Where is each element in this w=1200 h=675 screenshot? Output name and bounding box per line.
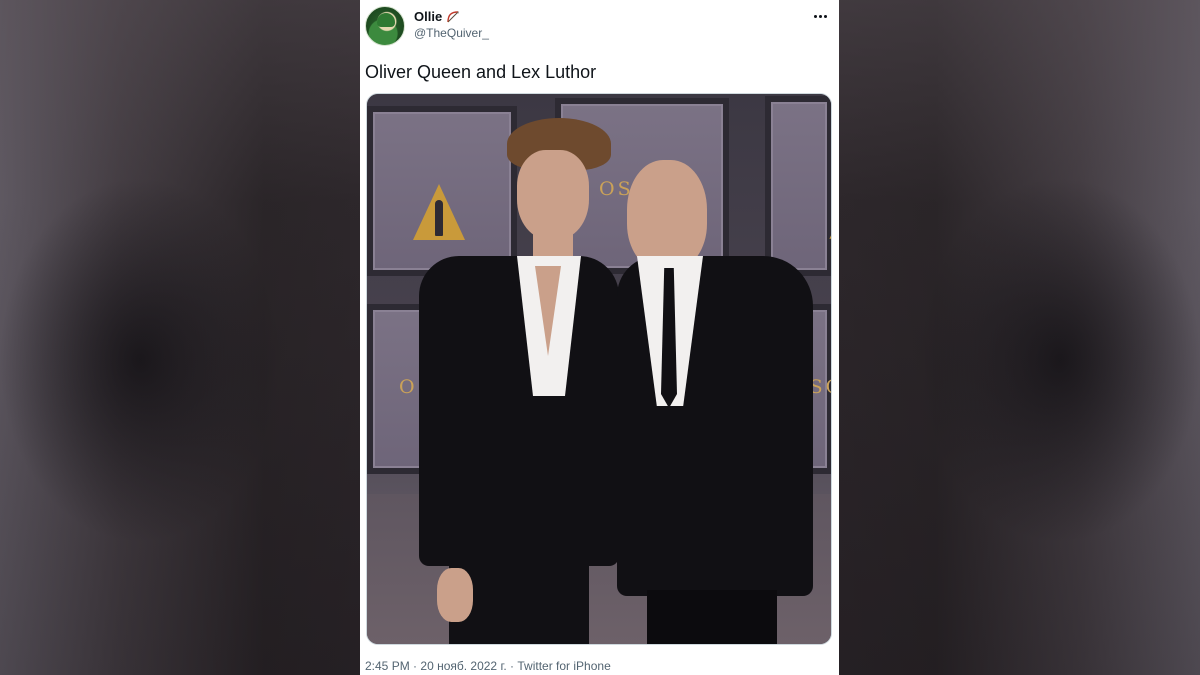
author-avatar[interactable]	[365, 6, 405, 46]
avatar-hood-shape	[377, 13, 395, 27]
tweet-meta: 2:45 PM · 20 нояб. 2022 г. · Twitter for…	[365, 659, 611, 673]
more-options-icon[interactable]	[807, 6, 833, 26]
tweet-meta-dot: ·	[413, 659, 418, 673]
author-handle[interactable]: @TheQuiver_	[414, 26, 489, 40]
tweet-text: Oliver Queen and Lex Luthor	[365, 62, 597, 82]
person-left-jacket	[419, 256, 619, 566]
tweet-date[interactable]: 20 нояб. 2022 г.	[420, 659, 506, 673]
tweet-meta-dot: ·	[510, 659, 515, 673]
bow-and-arrow-icon	[447, 10, 460, 22]
tweet-card: Ollie @TheQuiver_ Oliver Queen and Lex L…	[360, 0, 839, 675]
more-dot	[813, 14, 817, 18]
person-right-trousers	[647, 590, 777, 644]
tweet-photo[interactable]: OSC OS OSC	[366, 93, 832, 645]
person-left-hand	[437, 568, 473, 622]
person-left-face	[517, 150, 589, 240]
tweet-time[interactable]: 2:45 PM	[365, 659, 410, 673]
oscar-statue-icon	[829, 205, 831, 239]
person-right	[617, 160, 817, 644]
author-display-name[interactable]: Ollie	[414, 9, 442, 24]
more-dot	[818, 14, 822, 18]
author-display-name-row[interactable]: Ollie	[414, 9, 460, 24]
person-right-head	[627, 160, 707, 270]
more-dot	[823, 14, 827, 18]
person-left	[419, 116, 619, 644]
tweet-source[interactable]: Twitter for iPhone	[517, 659, 610, 673]
tweet-header: Ollie @TheQuiver_	[360, 0, 839, 54]
